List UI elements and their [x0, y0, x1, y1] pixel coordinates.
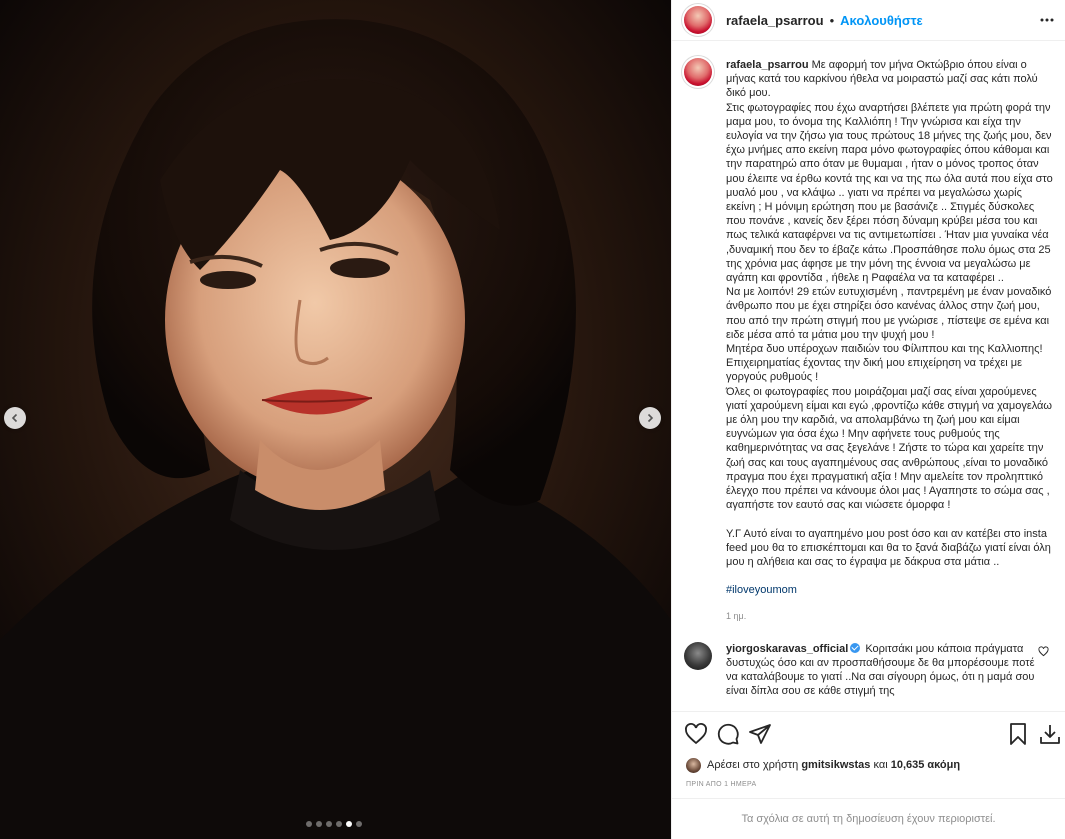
carousel-dot	[326, 821, 332, 827]
portrait-photo	[0, 0, 671, 839]
heart-icon[interactable]	[684, 722, 708, 746]
caption-time[interactable]: 1 ημ.	[726, 609, 1053, 623]
commenter-avatar[interactable]	[684, 641, 712, 670]
likes-count[interactable]: 10,635 ακόμη	[891, 759, 960, 771]
verified-badge-icon	[850, 642, 861, 653]
liker-username[interactable]: gmitsikwstas	[801, 759, 870, 771]
previous-slide-button[interactable]	[4, 407, 26, 429]
post-side-panel: rafaela_psarrou • Ακολουθήστε rafaela_ps…	[671, 0, 1065, 839]
chevron-right-icon	[647, 413, 654, 423]
commenter-username[interactable]: yiorgoskaravas_official	[726, 643, 848, 655]
liker-avatar[interactable]	[686, 757, 701, 773]
paper-plane-icon[interactable]	[748, 722, 772, 746]
likes-middle: και	[873, 759, 888, 771]
author-username[interactable]: rafaela_psarrou	[726, 13, 824, 28]
comment-body: yiorgoskaravas_official Κοριτσάκι μου κά…	[726, 642, 1046, 699]
carousel-dot	[306, 821, 312, 827]
caption-ps: Υ.Γ Αυτό είναι το αγαπημένο μου post όσο…	[726, 527, 1051, 568]
next-slide-button[interactable]	[639, 407, 661, 429]
carousel-dot	[346, 821, 352, 827]
carousel-dots	[306, 821, 362, 827]
carousel-dot	[336, 821, 342, 827]
comments-restricted-notice: Τα σχόλια σε αυτή τη δημοσίευση έχουν πε…	[672, 798, 1065, 839]
comment-like-heart-icon[interactable]	[1038, 645, 1049, 657]
post-header: rafaela_psarrou • Ακολουθήστε	[672, 0, 1065, 41]
likes-prefix: Αρέσει στο χρήστη	[707, 759, 799, 771]
separator-bullet: •	[829, 12, 835, 28]
carousel-dot	[316, 821, 322, 827]
carousel-dot	[356, 821, 362, 827]
post-timestamp[interactable]: ΠΡΙΝ ΑΠΟ 1 ΗΜΕΡΑ	[686, 781, 756, 788]
action-bar	[672, 711, 1065, 755]
caption: rafaela_psarrou Με αφορμή τον μήνα Οκτώβ…	[684, 58, 1053, 624]
more-horizontal-icon[interactable]	[1039, 12, 1055, 28]
likes-summary: Αρέσει στο χρήστη gmitsikwstas και 10,63…	[686, 755, 1053, 775]
caption-username[interactable]: rafaela_psarrou	[726, 59, 809, 71]
chevron-left-icon	[11, 413, 18, 423]
download-icon[interactable]	[1038, 722, 1062, 746]
comment-icon[interactable]	[716, 722, 740, 746]
comments-scroll-area[interactable]: rafaela_psarrou Με αφορμή τον μήνα Οκτώβ…	[672, 42, 1065, 710]
post-media[interactable]	[0, 0, 671, 839]
caption-author-avatar[interactable]	[684, 58, 712, 86]
follow-button[interactable]: Ακολουθήστε	[840, 13, 923, 28]
bookmark-icon[interactable]	[1006, 722, 1030, 746]
hashtag-link[interactable]: #iloveyoumom	[726, 583, 1053, 597]
caption-body: rafaela_psarrou Με αφορμή τον μήνα Οκτώβ…	[726, 58, 1053, 624]
author-avatar[interactable]	[684, 6, 712, 34]
caption-text: Με αφορμή τον μήνα Οκτώβριο όπου είναι ο…	[726, 59, 1053, 512]
comment: yiorgoskaravas_official Κοριτσάκι μου κά…	[684, 641, 1053, 699]
